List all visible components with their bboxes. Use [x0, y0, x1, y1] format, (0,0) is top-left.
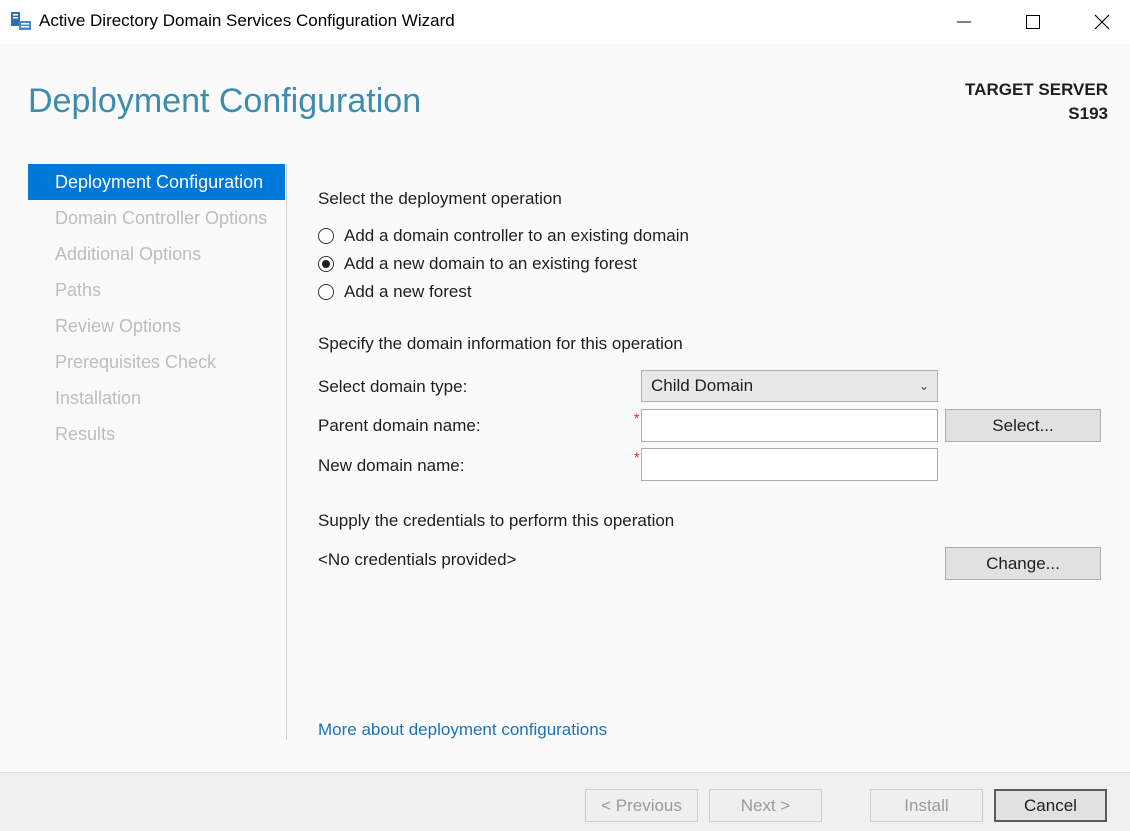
radio-label: Add a new domain to an existing forest	[344, 254, 637, 273]
nav-item-paths: Paths	[55, 280, 102, 300]
maximize-button[interactable]	[998, 0, 1068, 44]
radio-add-dc-existing-domain[interactable]: Add a domain controller to an existing d…	[318, 226, 689, 246]
minimize-icon	[957, 21, 971, 23]
target-server-name: S193	[1068, 104, 1108, 123]
nav-item-domain-controller-options: Domain Controller Options	[55, 208, 268, 228]
close-icon	[1094, 14, 1110, 30]
domain-type-select[interactable]: Child Domain ⌄	[641, 370, 938, 402]
radio-label: Add a domain controller to an existing d…	[344, 226, 689, 245]
domain-type-value: Child Domain	[651, 376, 754, 395]
chevron-down-icon: ⌄	[918, 379, 929, 393]
window-title: Active Directory Domain Services Configu…	[39, 11, 455, 30]
required-marker: *	[634, 410, 640, 426]
previous-button[interactable]: < Previous	[585, 789, 698, 822]
radio-button[interactable]	[318, 284, 334, 300]
required-marker: *	[634, 449, 640, 465]
new-domain-label: New domain name:	[318, 456, 465, 475]
change-credentials-button[interactable]: Change...	[945, 547, 1101, 580]
new-domain-input[interactable]	[641, 448, 938, 481]
nav-divider	[286, 164, 287, 740]
select-button[interactable]: Select...	[945, 409, 1101, 442]
install-button[interactable]: Install	[870, 789, 983, 822]
radio-button-selected[interactable]	[318, 256, 334, 272]
next-button[interactable]: Next >	[709, 789, 822, 822]
parent-domain-input[interactable]	[641, 409, 938, 442]
radio-label: Add a new forest	[344, 282, 472, 301]
wizard-nav: Deployment Configuration Domain Controll…	[28, 164, 285, 452]
ad-ds-server-icon	[11, 12, 31, 30]
credentials-heading: Supply the credentials to perform this o…	[318, 511, 675, 530]
parent-domain-label: Parent domain name:	[318, 416, 481, 435]
operation-heading: Select the deployment operation	[318, 189, 562, 208]
page-title: Deployment Configuration	[28, 82, 422, 120]
cancel-button[interactable]: Cancel	[994, 789, 1107, 822]
nav-item-review-options: Review Options	[55, 316, 182, 336]
radio-add-new-forest[interactable]: Add a new forest	[318, 282, 472, 302]
credentials-value: <No credentials provided>	[318, 550, 517, 569]
wizard-content: Deployment Configuration TARGET SERVER S…	[0, 44, 1130, 772]
target-server-label: TARGET SERVER	[965, 80, 1108, 99]
close-button[interactable]	[1067, 0, 1130, 44]
domain-type-label: Select domain type:	[318, 377, 468, 396]
radio-button[interactable]	[318, 228, 334, 244]
radio-add-new-domain-existing-forest[interactable]: Add a new domain to an existing forest	[318, 254, 637, 274]
wizard-footer: < Previous Next > Install Cancel	[0, 772, 1130, 831]
title-bar: Active Directory Domain Services Configu…	[0, 0, 1130, 44]
nav-item-deployment-configuration[interactable]: Deployment Configuration	[28, 164, 285, 200]
nav-item-installation: Installation	[55, 388, 142, 408]
nav-item-prerequisites-check: Prerequisites Check	[55, 352, 217, 372]
domain-info-heading: Specify the domain information for this …	[318, 334, 683, 353]
nav-item-additional-options: Additional Options	[55, 244, 202, 264]
nav-item-results: Results	[55, 424, 116, 444]
maximize-icon	[1026, 15, 1040, 29]
more-about-deployment-link[interactable]: More about deployment configurations	[318, 720, 607, 740]
minimize-button[interactable]	[929, 0, 999, 44]
